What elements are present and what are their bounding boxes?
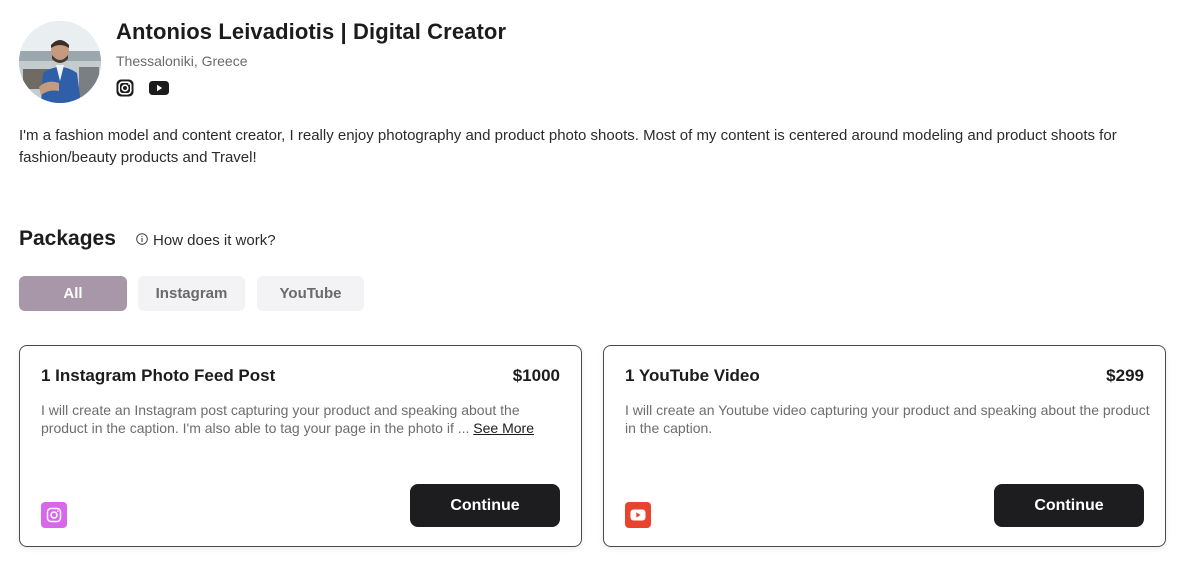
package-card-instagram: 1 Instagram Photo Feed Post $1000 I will… xyxy=(19,345,582,547)
package-description: I will create an Youtube video capturing… xyxy=(625,402,1150,436)
package-price: $1000 xyxy=(512,366,560,385)
youtube-icon xyxy=(625,502,651,528)
creator-name: Antonios Leivadiotis | Digital Creator xyxy=(116,19,507,44)
creator-bio: I'm a fashion model and content creator,… xyxy=(19,127,1117,166)
package-title: 1 YouTube Video xyxy=(625,366,760,385)
filter-tab-youtube[interactable]: YouTube xyxy=(257,276,364,311)
creator-location: Thessaloniki, Greece xyxy=(116,53,248,69)
continue-button[interactable]: Continue xyxy=(410,484,560,527)
see-more-link[interactable]: See More xyxy=(473,420,534,436)
filter-tab-all[interactable]: All xyxy=(19,276,127,311)
package-card-youtube: 1 YouTube Video $299 I will create an Yo… xyxy=(603,345,1166,547)
continue-button[interactable]: Continue xyxy=(994,484,1144,527)
avatar xyxy=(19,21,101,103)
how-it-works-label: How does it work? xyxy=(153,232,276,249)
how-it-works-link[interactable]: How does it work? xyxy=(136,232,276,249)
instagram-icon[interactable] xyxy=(116,79,134,97)
youtube-icon[interactable] xyxy=(149,79,169,97)
package-price: $299 xyxy=(1106,366,1144,385)
packages-title: Packages xyxy=(19,227,116,250)
package-description-text: I will create an Instagram post capturin… xyxy=(41,402,520,436)
info-icon xyxy=(136,232,148,249)
package-title: 1 Instagram Photo Feed Post xyxy=(41,366,276,385)
filter-tab-instagram[interactable]: Instagram xyxy=(138,276,245,311)
package-description: I will create an Instagram post capturin… xyxy=(41,402,566,437)
instagram-icon xyxy=(41,502,67,528)
creator-profile-page: Antonios Leivadiotis | Digital Creator T… xyxy=(0,0,1200,573)
